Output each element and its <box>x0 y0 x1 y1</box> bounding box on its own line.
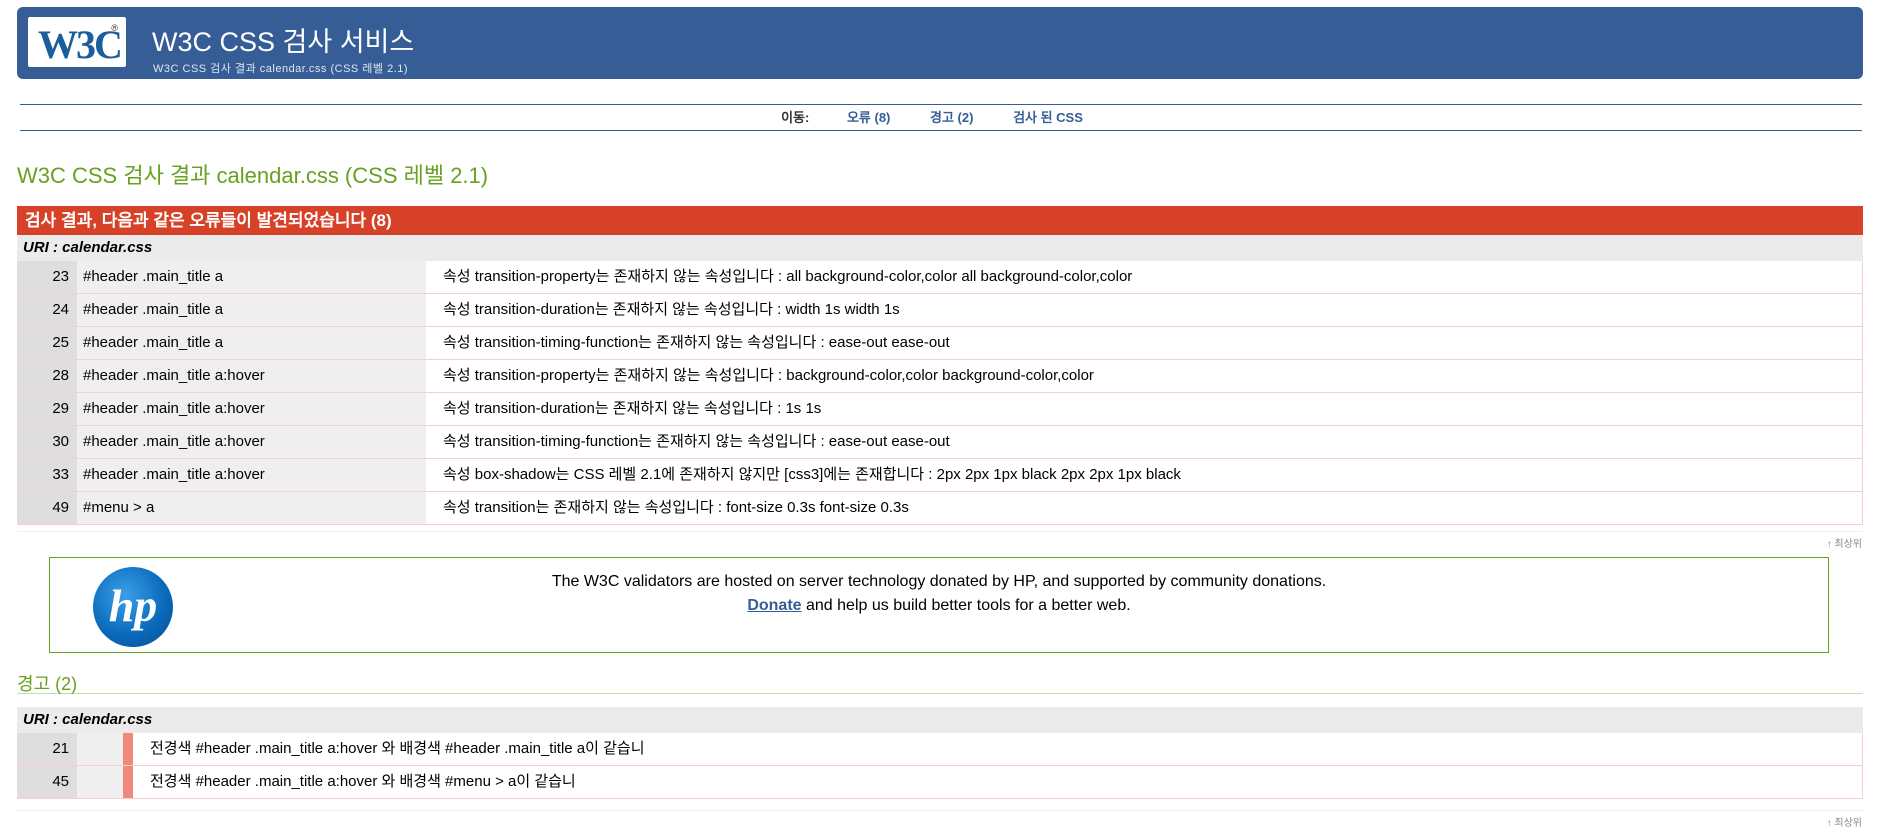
warning-level-bar <box>123 766 133 798</box>
donate-link[interactable]: Donate <box>747 597 801 614</box>
warnings-table: 21 전경색 #header .main_title a:hover 와 배경색… <box>17 733 1863 799</box>
error-message: 속성 transition-duration는 존재하지 않는 속성입니다 : … <box>426 294 1863 326</box>
context: #header .main_title a:hover <box>77 459 426 491</box>
line-number: 23 <box>17 261 77 293</box>
table-row: 25 #header .main_title a 속성 transition-t… <box>17 327 1863 360</box>
error-message: 속성 transition-duration는 존재하지 않는 속성입니다 : … <box>426 393 1863 425</box>
context: #header .main_title a:hover <box>77 426 426 458</box>
back-to-top-link[interactable]: ↑ 최상위 <box>1827 814 1862 829</box>
error-message: 속성 transition-timing-function는 존재하지 않는 속… <box>426 327 1863 359</box>
context: #menu > a <box>77 492 426 524</box>
donation-line-1: The W3C validators are hosted on server … <box>551 573 1327 590</box>
table-row: 33 #header .main_title a:hover 속성 box-sh… <box>17 459 1863 492</box>
error-message: 속성 box-shadow는 CSS 레벨 2.1에 존재하지 않지만 [css… <box>426 459 1863 491</box>
jump-navigation: 이동: 오류 (8) 경고 (2) 검사 된 CSS <box>20 104 1862 131</box>
line-number: 25 <box>17 327 77 359</box>
header-banner: W3C ® W3C CSS 검사 서비스 W3C CSS 검사 결과 calen… <box>17 7 1863 79</box>
w3c-logo[interactable]: W3C ® <box>28 17 126 67</box>
nav-link-validated-css[interactable]: 검사 된 CSS <box>1013 110 1083 125</box>
nav-label: 이동: <box>781 110 810 125</box>
warning-level-cell <box>77 766 123 798</box>
table-row: 30 #header .main_title a:hover 속성 transi… <box>17 426 1863 459</box>
line-number: 29 <box>17 393 77 425</box>
line-number: 28 <box>17 360 77 392</box>
errors-table: 23 #header .main_title a 속성 transition-p… <box>17 261 1863 525</box>
table-row: 23 #header .main_title a 속성 transition-p… <box>17 261 1863 294</box>
table-row: 45 전경색 #header .main_title a:hover 와 배경색… <box>17 766 1863 799</box>
error-message: 속성 transition-property는 존재하지 않는 속성입니다 : … <box>426 360 1863 392</box>
warnings-heading: 경고 (2) <box>17 670 1863 694</box>
warning-message: 전경색 #header .main_title a:hover 와 배경색 #h… <box>133 733 1863 765</box>
line-number: 45 <box>17 766 77 798</box>
line-number: 24 <box>17 294 77 326</box>
service-title: W3C CSS 검사 서비스 <box>152 27 415 57</box>
divider <box>17 531 1863 532</box>
warnings-uri: URI : calendar.css <box>17 707 1863 733</box>
nav-link-errors[interactable]: 오류 (8) <box>847 110 890 125</box>
table-row: 21 전경색 #header .main_title a:hover 와 배경색… <box>17 733 1863 766</box>
donation-line-2: Donate and help us build better tools fo… <box>50 594 1828 618</box>
line-number: 33 <box>17 459 77 491</box>
donation-text: The W3C validators are hosted on server … <box>50 570 1828 618</box>
errors-heading: 검사 결과, 다음과 같은 오류들이 발견되었습니다 (8) <box>17 206 1863 235</box>
table-row: 29 #header .main_title a:hover 속성 transi… <box>17 393 1863 426</box>
context: #header .main_title a <box>77 327 426 359</box>
error-message: 속성 transition-timing-function는 존재하지 않는 속… <box>426 426 1863 458</box>
errors-uri: URI : calendar.css <box>17 235 1863 261</box>
page-title: W3C CSS 검사 결과 calendar.css (CSS 레벨 2.1) <box>17 163 489 188</box>
back-to-top-link[interactable]: ↑ 최상위 <box>1827 535 1862 550</box>
warning-level-cell <box>77 733 123 765</box>
line-number: 49 <box>17 492 77 524</box>
table-row: 24 #header .main_title a 속성 transition-d… <box>17 294 1863 327</box>
donation-box: hp The W3C validators are hosted on serv… <box>49 557 1829 653</box>
table-row: 49 #menu > a 속성 transition는 존재하지 않는 속성입니… <box>17 492 1863 525</box>
error-message: 속성 transition는 존재하지 않는 속성입니다 : font-size… <box>426 492 1863 524</box>
nav-link-warnings[interactable]: 경고 (2) <box>930 110 973 125</box>
divider <box>17 810 1863 811</box>
context: #header .main_title a:hover <box>77 360 426 392</box>
context: #header .main_title a:hover <box>77 393 426 425</box>
context: #header .main_title a <box>77 294 426 326</box>
service-subtitle: W3C CSS 검사 결과 calendar.css (CSS 레벨 2.1) <box>153 63 409 75</box>
warning-level-bar <box>123 733 133 765</box>
warning-message: 전경색 #header .main_title a:hover 와 배경색 #m… <box>133 766 1863 798</box>
context: #header .main_title a <box>77 261 426 293</box>
line-number: 30 <box>17 426 77 458</box>
table-row: 28 #header .main_title a:hover 속성 transi… <box>17 360 1863 393</box>
donation-line-2-text: and help us build better tools for a bet… <box>801 597 1131 614</box>
error-message: 속성 transition-property는 존재하지 않는 속성입니다 : … <box>426 261 1863 293</box>
line-number: 21 <box>17 733 77 765</box>
registered-mark: ® <box>111 23 118 33</box>
w3c-logo-text: W3C <box>38 22 123 67</box>
